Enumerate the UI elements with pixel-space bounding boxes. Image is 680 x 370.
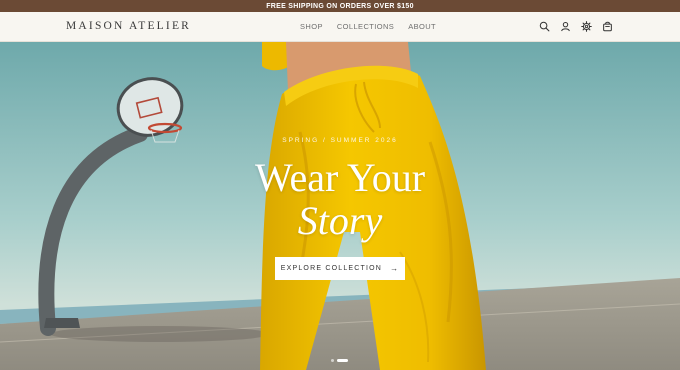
header-icons: [539, 21, 623, 32]
hero-eyebrow: SPRING / SUMMER 2026: [282, 137, 398, 144]
announcement-text: FREE SHIPPING ON ORDERS OVER $150: [266, 2, 414, 10]
slide-dot-2[interactable]: [337, 359, 348, 362]
site-header: MAISON ATELIER SHOP COLLECTIONS ABOUT: [0, 12, 680, 42]
nav-collections[interactable]: COLLECTIONS: [337, 22, 394, 31]
nav-about[interactable]: ABOUT: [408, 22, 436, 31]
announcement-bar: FREE SHIPPING ON ORDERS OVER $150: [0, 0, 680, 12]
hero-headline-line2: Story: [297, 198, 383, 243]
settings-icon[interactable]: [581, 21, 592, 32]
cart-icon[interactable]: [602, 21, 613, 32]
hero-headline-line1: Wear Your: [254, 155, 426, 200]
cta-label: EXPLORE COLLECTION: [280, 265, 383, 272]
hero-banner: SPRING / SUMMER 2026 Wear Your Story EXP…: [0, 42, 680, 370]
slide-dot-1[interactable]: [331, 359, 334, 362]
main-nav: SHOP COLLECTIONS ABOUT: [300, 22, 450, 31]
account-icon[interactable]: [560, 21, 571, 32]
arrow-right-icon: →: [390, 264, 400, 273]
brand-logo[interactable]: MAISON ATELIER: [66, 20, 191, 32]
search-icon[interactable]: [539, 21, 550, 32]
nav-shop[interactable]: SHOP: [300, 22, 323, 31]
explore-collection-button[interactable]: EXPLORE COLLECTION →: [275, 257, 405, 280]
slide-indicators: [331, 359, 351, 362]
